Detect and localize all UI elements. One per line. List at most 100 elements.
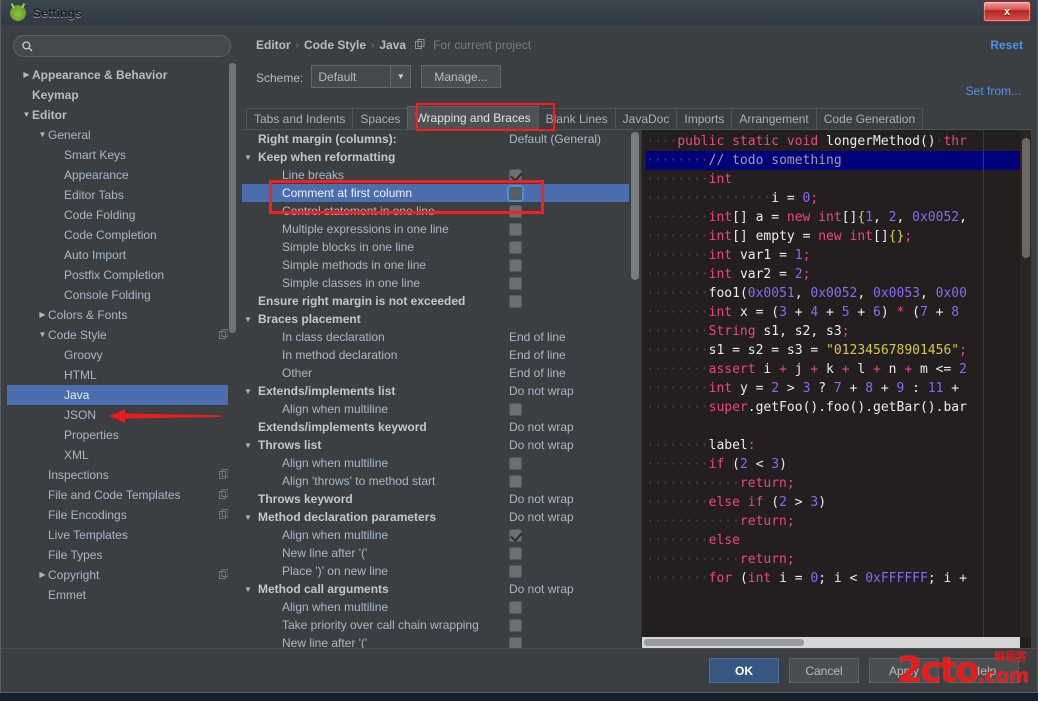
checkbox[interactable]: [509, 565, 522, 578]
code-preview-panel[interactable]: ····public static void longerMethod()·th…: [642, 130, 1031, 648]
sidebar-item-editor-tabs[interactable]: Editor Tabs: [7, 185, 237, 205]
apply-button[interactable]: Apply: [869, 658, 939, 683]
option-row[interactable]: New line after '(': [242, 544, 629, 562]
sidebar-item-file-types[interactable]: File Types: [7, 545, 237, 565]
option-row[interactable]: Align 'throws' to method start: [242, 472, 629, 490]
sidebar-item-general[interactable]: ▼General: [7, 125, 237, 145]
checkbox[interactable]: [509, 259, 522, 272]
checkbox[interactable]: [509, 475, 522, 488]
checkbox[interactable]: [509, 295, 522, 308]
sidebar-item-groovy[interactable]: Groovy: [7, 345, 237, 365]
option-row[interactable]: ▼Method declaration parametersDo not wra…: [242, 508, 629, 526]
sidebar-item-properties[interactable]: Properties: [7, 425, 237, 445]
checkbox[interactable]: [509, 169, 522, 182]
options-scrollbar-thumb[interactable]: [631, 132, 639, 280]
chevron-down-icon[interactable]: ▼: [242, 153, 254, 162]
option-row[interactable]: Align when multiline: [242, 454, 629, 472]
chevron-down-icon[interactable]: ▼: [242, 585, 254, 594]
chevron-down-icon[interactable]: ▼: [37, 331, 48, 339]
chevron-right-icon[interactable]: ▶: [37, 571, 48, 579]
cancel-button[interactable]: Cancel: [789, 658, 859, 683]
sidebar-item-live-templates[interactable]: Live Templates: [7, 525, 237, 545]
sidebar-item-file-and-code-templates[interactable]: File and Code Templates: [7, 485, 237, 505]
checkbox[interactable]: [509, 187, 522, 200]
option-value[interactable]: Default (General): [509, 132, 629, 146]
option-value[interactable]: End of line: [509, 330, 629, 344]
option-value[interactable]: End of line: [509, 348, 629, 362]
chevron-right-icon[interactable]: ▶: [37, 311, 48, 319]
option-row[interactable]: Align when multiline: [242, 400, 629, 418]
code-horizontal-scrollbar[interactable]: [642, 637, 1020, 648]
breadcrumb-crumb-java[interactable]: Java: [379, 38, 406, 52]
option-row[interactable]: Comment at first column: [242, 184, 629, 202]
sidebar-item-auto-import[interactable]: Auto Import: [7, 245, 237, 265]
option-row[interactable]: Right margin (columns):Default (General): [242, 130, 629, 148]
sidebar-item-file-encodings[interactable]: File Encodings: [7, 505, 237, 525]
option-row[interactable]: ▼Throws listDo not wrap: [242, 436, 629, 454]
option-row[interactable]: ▼Braces placement: [242, 310, 629, 328]
sidebar-item-html[interactable]: HTML: [7, 365, 237, 385]
option-value[interactable]: Do not wrap: [509, 492, 629, 506]
tab-imports[interactable]: Imports: [676, 108, 732, 129]
tab-wrapping-and-braces[interactable]: Wrapping and Braces: [407, 106, 538, 129]
option-row[interactable]: Align when multiline: [242, 526, 629, 544]
code-vertical-scrollbar[interactable]: [1020, 130, 1031, 637]
tab-javadoc[interactable]: JavaDoc: [615, 108, 678, 129]
option-row[interactable]: Place ')' on new line: [242, 562, 629, 580]
tab-code-generation[interactable]: Code Generation: [816, 108, 923, 129]
sidebar-item-inspections[interactable]: Inspections: [7, 465, 237, 485]
sidebar-item-appearance-behavior[interactable]: ▶Appearance & Behavior: [7, 65, 237, 85]
close-icon[interactable]: x: [983, 1, 1031, 22]
sidebar-item-json[interactable]: JSON: [7, 405, 237, 425]
sidebar-item-colors-fonts[interactable]: ▶Colors & Fonts: [7, 305, 237, 325]
option-value[interactable]: End of line: [509, 366, 629, 380]
option-row[interactable]: Multiple expressions in one line: [242, 220, 629, 238]
checkbox[interactable]: [509, 277, 522, 290]
option-row[interactable]: Control statement in one line: [242, 202, 629, 220]
chevron-down-icon[interactable]: ▼: [242, 441, 254, 450]
sidebar-item-code-style[interactable]: ▼Code Style: [7, 325, 237, 345]
chevron-down-icon[interactable]: ▼: [242, 387, 254, 396]
option-row[interactable]: Extends/implements keywordDo not wrap: [242, 418, 629, 436]
chevron-down-icon[interactable]: ▼: [390, 66, 410, 87]
sidebar-item-xml[interactable]: XML: [7, 445, 237, 465]
checkbox[interactable]: [509, 457, 522, 470]
breadcrumb-crumb-code-style[interactable]: Code Style: [304, 38, 366, 52]
tab-blank-lines[interactable]: Blank Lines: [538, 108, 616, 129]
option-row[interactable]: In class declarationEnd of line: [242, 328, 629, 346]
checkbox[interactable]: [509, 529, 522, 542]
option-value[interactable]: Do not wrap: [509, 384, 629, 398]
tab-spaces[interactable]: Spaces: [352, 108, 408, 129]
sidebar-item-editor[interactable]: ▼Editor: [7, 105, 237, 125]
sidebar-scrollbar[interactable]: [228, 63, 237, 648]
checkbox[interactable]: [509, 403, 522, 416]
option-value[interactable]: Do not wrap: [509, 510, 629, 524]
option-row[interactable]: New line after '(': [242, 634, 629, 648]
sidebar-item-postfix-completion[interactable]: Postfix Completion: [7, 265, 237, 285]
options-scrollbar[interactable]: [629, 130, 641, 648]
checkbox[interactable]: [509, 241, 522, 254]
sidebar-item-keymap[interactable]: Keymap: [7, 85, 237, 105]
breadcrumb-crumb-editor[interactable]: Editor: [256, 38, 291, 52]
sidebar-item-console-folding[interactable]: Console Folding: [7, 285, 237, 305]
option-row[interactable]: Align when multiline: [242, 598, 629, 616]
ok-button[interactable]: OK: [709, 658, 779, 683]
checkbox[interactable]: [509, 205, 522, 218]
reset-link[interactable]: Reset: [990, 38, 1023, 52]
option-row[interactable]: ▼Method call argumentsDo not wrap: [242, 580, 629, 598]
chevron-down-icon[interactable]: ▼: [37, 131, 48, 139]
option-row[interactable]: ▼Extends/implements listDo not wrap: [242, 382, 629, 400]
option-value[interactable]: Do not wrap: [509, 420, 629, 434]
tab-arrangement[interactable]: Arrangement: [731, 108, 816, 129]
option-row[interactable]: Ensure right margin is not exceeded: [242, 292, 629, 310]
option-row[interactable]: Throws keywordDo not wrap: [242, 490, 629, 508]
set-from-link[interactable]: Set from...: [966, 84, 1021, 98]
sidebar-item-copyright[interactable]: ▶Copyright: [7, 565, 237, 585]
sidebar-item-java[interactable]: Java: [7, 385, 237, 405]
checkbox[interactable]: [509, 601, 522, 614]
sidebar-item-smart-keys[interactable]: Smart Keys: [7, 145, 237, 165]
chevron-right-icon[interactable]: ▶: [21, 71, 32, 79]
chevron-down-icon[interactable]: ▼: [21, 111, 32, 119]
sidebar-scrollbar-thumb[interactable]: [229, 63, 236, 333]
search-box[interactable]: [13, 35, 231, 57]
